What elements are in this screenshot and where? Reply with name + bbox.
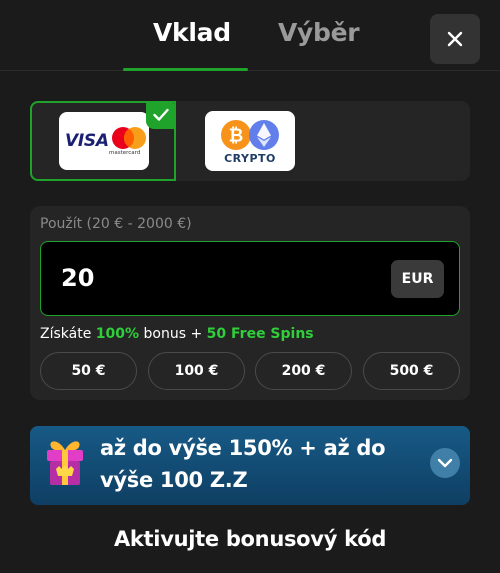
bonus-promo-banner[interactable]: až do výše 150% + až do výše 100 Z.Z <box>30 426 470 505</box>
bonus-middle: bonus + <box>143 326 203 342</box>
tab-deposit[interactable]: Vklad <box>153 18 231 47</box>
selected-badge <box>146 101 176 129</box>
tab-withdraw[interactable]: Výběr <box>278 18 360 47</box>
active-tab-indicator <box>123 68 248 71</box>
payment-method-card[interactable]: VISA mastercard <box>30 101 176 181</box>
visa-logo-text: VISA <box>65 131 109 151</box>
crypto-logo: ₿ CRYPTO <box>205 111 295 171</box>
bonus-percent: 100% <box>95 326 140 342</box>
amount-field[interactable]: EUR <box>40 241 460 316</box>
bonus-prefix: Získáte <box>40 326 92 342</box>
promo-text: až do výše 150% + až do výše 100 Z.Z <box>100 436 386 492</box>
currency-button[interactable]: EUR <box>391 260 444 298</box>
bonus-info: Získáte 100% bonus + 50 Free Spins <box>40 326 314 342</box>
bitcoin-ethereum-icon: ₿ <box>221 120 279 150</box>
mastercard-icon <box>112 127 146 149</box>
crypto-label: CRYPTO <box>224 152 276 165</box>
check-icon <box>153 108 169 121</box>
payment-method-crypto[interactable]: ₿ CRYPTO <box>176 101 323 181</box>
amount-range-label: Použít (20 € - 2000 €) <box>40 216 192 232</box>
preset-100-button[interactable]: 100 € <box>148 352 245 390</box>
preset-50-button[interactable]: 50 € <box>40 352 137 390</box>
preset-200-button[interactable]: 200 € <box>255 352 352 390</box>
close-icon <box>447 31 463 47</box>
mastercard-label: mastercard <box>109 150 141 156</box>
payment-methods: VISA mastercard ₿ CRYPTO <box>30 101 470 181</box>
header: Vklad Výběr <box>0 0 500 71</box>
close-button[interactable] <box>430 14 480 64</box>
activate-bonus-code-link[interactable]: Aktivujte bonusový kód <box>0 527 500 551</box>
amount-input[interactable] <box>61 264 361 292</box>
preset-500-button[interactable]: 500 € <box>363 352 460 390</box>
amount-presets: 50 € 100 € 200 € 500 € <box>40 352 460 390</box>
promo-expand-button[interactable] <box>430 448 460 478</box>
chevron-down-icon <box>437 458 453 468</box>
visa-mastercard-logo: VISA mastercard <box>59 112 149 170</box>
gift-icon <box>47 441 83 485</box>
bonus-spins: 50 Free Spins <box>206 326 314 342</box>
amount-panel: Použít (20 € - 2000 €) EUR Získáte 100% … <box>30 206 470 400</box>
svg-text:₿: ₿ <box>229 126 244 147</box>
